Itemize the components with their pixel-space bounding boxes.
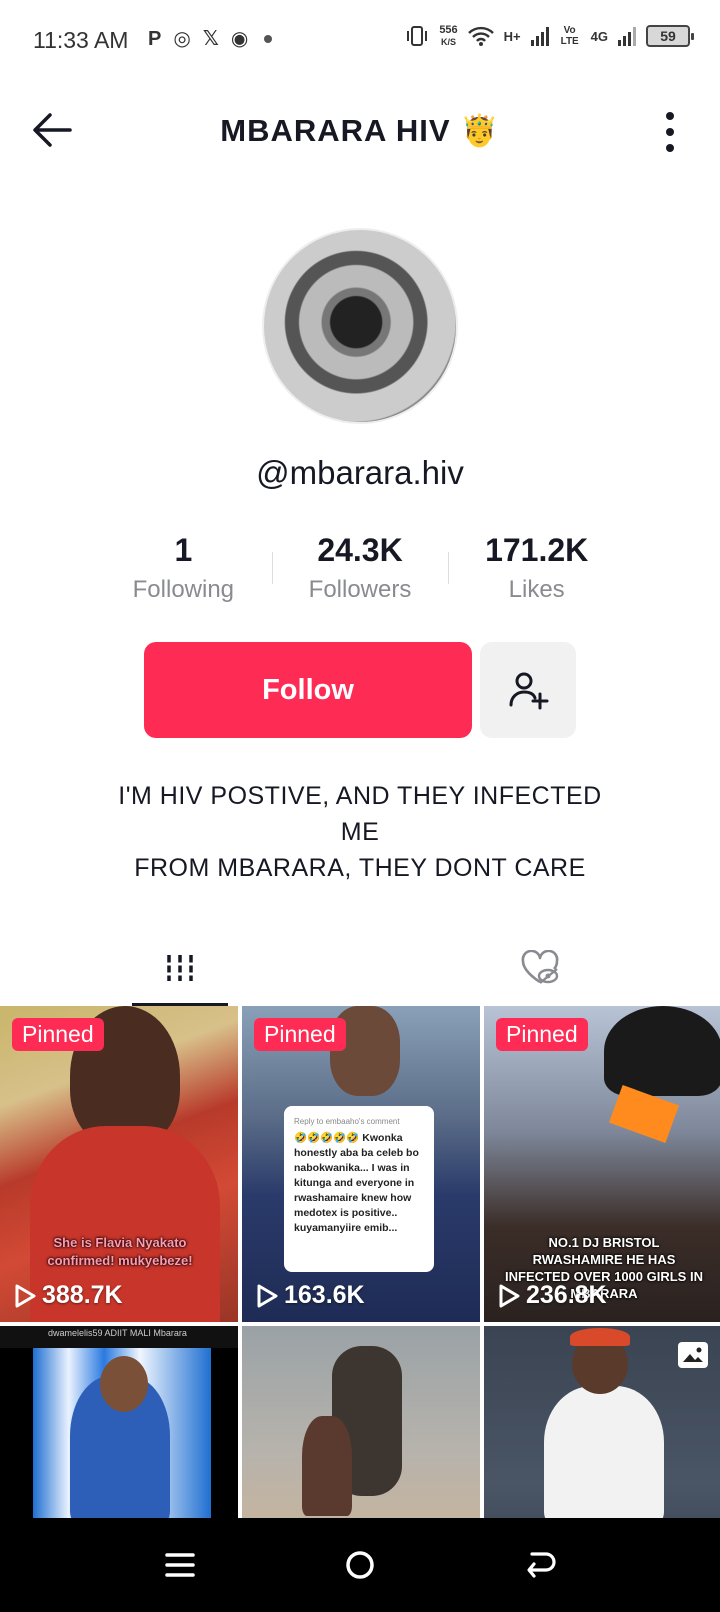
back-nav-icon bbox=[527, 1552, 556, 1578]
comment-text: 🤣🤣🤣🤣🤣 Kwonka honestly aba ba celeb bo na… bbox=[294, 1132, 419, 1234]
stat-likes-value: 171.2K bbox=[485, 532, 589, 568]
network-type-hplus: H+ bbox=[503, 28, 521, 44]
view-count: 236.8K bbox=[498, 1281, 607, 1310]
bio-line: FROM MBARARA, THEY DONT CARE bbox=[134, 854, 586, 882]
profile-header: MBARARA HIV 🤴 bbox=[0, 90, 720, 170]
view-count: 388.7K bbox=[14, 1281, 123, 1310]
pinned-badge: Pinned bbox=[254, 1018, 346, 1051]
bio: I'M HIV POSTIVE, AND THEY INFECTED ME FR… bbox=[80, 778, 640, 886]
view-count-value: 163.6K bbox=[284, 1281, 365, 1309]
x-icon: 𝕏 bbox=[202, 28, 219, 50]
bio-line: ME bbox=[340, 818, 380, 846]
play-icon bbox=[15, 1284, 36, 1307]
page-title: MBARARA HIV 🤴 bbox=[220, 113, 500, 148]
red-cap-shape bbox=[570, 1328, 630, 1346]
stat-likes[interactable]: 171.2K Likes bbox=[448, 530, 625, 610]
add-friend-button[interactable] bbox=[480, 642, 576, 738]
view-count: 163.6K bbox=[256, 1281, 365, 1310]
tab-videos[interactable] bbox=[132, 930, 228, 1006]
signal-bars-icon bbox=[530, 26, 549, 46]
video-overlay-text: She is Flavia Nyakato confirmed! mukyebe… bbox=[47, 1235, 193, 1268]
view-count-value: 236.8K bbox=[526, 1281, 607, 1309]
photo-icon bbox=[678, 1342, 708, 1368]
stat-following[interactable]: 1 Following bbox=[95, 530, 272, 610]
more-options-button[interactable] bbox=[660, 112, 680, 152]
view-count-value: 388.7K bbox=[42, 1281, 123, 1309]
video-tile[interactable]: Pinned She is Flavia Nyakato confirmed! … bbox=[0, 1006, 238, 1322]
video-tile[interactable]: Pinned NO.1 DJ BRISTOL RWASHAMIRE HE HAS… bbox=[484, 1006, 720, 1322]
play-icon bbox=[499, 1284, 520, 1307]
follow-button[interactable]: Follow bbox=[144, 642, 472, 738]
home-circle-icon bbox=[346, 1551, 374, 1579]
network-type-volte: Vo LTE bbox=[560, 25, 579, 47]
person-silhouette bbox=[302, 1416, 352, 1516]
comment-card: Reply to embaaho's comment 🤣🤣🤣🤣🤣 Kwonka … bbox=[284, 1106, 434, 1272]
stat-likes-label: Likes bbox=[508, 576, 565, 603]
home-button[interactable] bbox=[335, 1540, 385, 1590]
more-dot-icon bbox=[666, 144, 674, 152]
video-caption: dwamelelis59 ADIIT MALI Mbarara bbox=[0, 1326, 238, 1348]
system-nav-bar bbox=[0, 1518, 720, 1612]
more-dot-icon bbox=[666, 128, 674, 136]
recent-apps-button[interactable] bbox=[155, 1540, 205, 1590]
add-person-icon bbox=[509, 672, 549, 710]
tab-liked-videos[interactable] bbox=[510, 930, 570, 1006]
wifi-icon bbox=[467, 26, 494, 46]
person-head bbox=[100, 1356, 148, 1412]
status-right: 556 K/S H+ Vo LTE 4G 59 bbox=[405, 24, 694, 48]
vibrate-icon bbox=[407, 26, 428, 46]
signal-bars-2-icon bbox=[618, 26, 636, 46]
video-tile[interactable]: Pinned Reply to embaaho's comment 🤣🤣🤣🤣🤣 … bbox=[242, 1006, 480, 1322]
bio-line: I'M HIV POSTIVE, AND THEY INFECTED bbox=[118, 782, 602, 810]
profile-tabs bbox=[0, 930, 720, 1006]
stat-followers-label: Followers bbox=[308, 576, 412, 603]
network-type-4g: 4G bbox=[590, 28, 608, 44]
notification-icons: P ◎ 𝕏 ◉ bbox=[148, 26, 273, 52]
net-speed: 556 K/S bbox=[439, 24, 457, 48]
pinned-badge: Pinned bbox=[12, 1018, 104, 1051]
p-app-icon: P bbox=[148, 28, 162, 50]
username: @mbarara.hiv bbox=[256, 454, 464, 491]
notification-app-icon: ◉ bbox=[230, 28, 249, 50]
more-notifications-dot-icon bbox=[264, 35, 273, 43]
grid-icon bbox=[165, 955, 195, 981]
comment-reply-header: Reply to embaaho's comment bbox=[294, 1117, 400, 1126]
pinned-badge: Pinned bbox=[496, 1018, 588, 1051]
avatar[interactable] bbox=[262, 228, 458, 424]
white-shirt-shape bbox=[544, 1386, 664, 1526]
battery-icon: 59 bbox=[646, 25, 694, 47]
stat-following-value: 1 bbox=[174, 532, 193, 568]
battery-level: 59 bbox=[660, 28, 676, 44]
stat-followers-value: 24.3K bbox=[317, 532, 403, 568]
hidden-heart-icon bbox=[521, 950, 559, 984]
cap-shape bbox=[604, 1006, 720, 1096]
profile-stats: 1 Following 24.3K Followers 171.2K Likes bbox=[95, 530, 625, 610]
net-speed-value: 556 bbox=[439, 24, 458, 36]
stat-followers[interactable]: 24.3K Followers bbox=[271, 530, 449, 610]
play-icon bbox=[257, 1284, 278, 1307]
whatsapp-icon: ◎ bbox=[173, 28, 191, 50]
status-time: 11:33 AM bbox=[33, 27, 129, 53]
status-bar: 11:33 AM P ◎ 𝕏 ◉ 556 K/S H+ Vo LTE 4G 59 bbox=[0, 0, 720, 80]
more-dot-icon bbox=[666, 112, 674, 120]
back-nav-button[interactable] bbox=[515, 1540, 565, 1590]
menu-icon bbox=[165, 1553, 195, 1577]
photo-glyph-icon bbox=[679, 1343, 707, 1367]
stat-following-label: Following bbox=[132, 576, 235, 603]
net-speed-unit: K/S bbox=[440, 37, 456, 47]
